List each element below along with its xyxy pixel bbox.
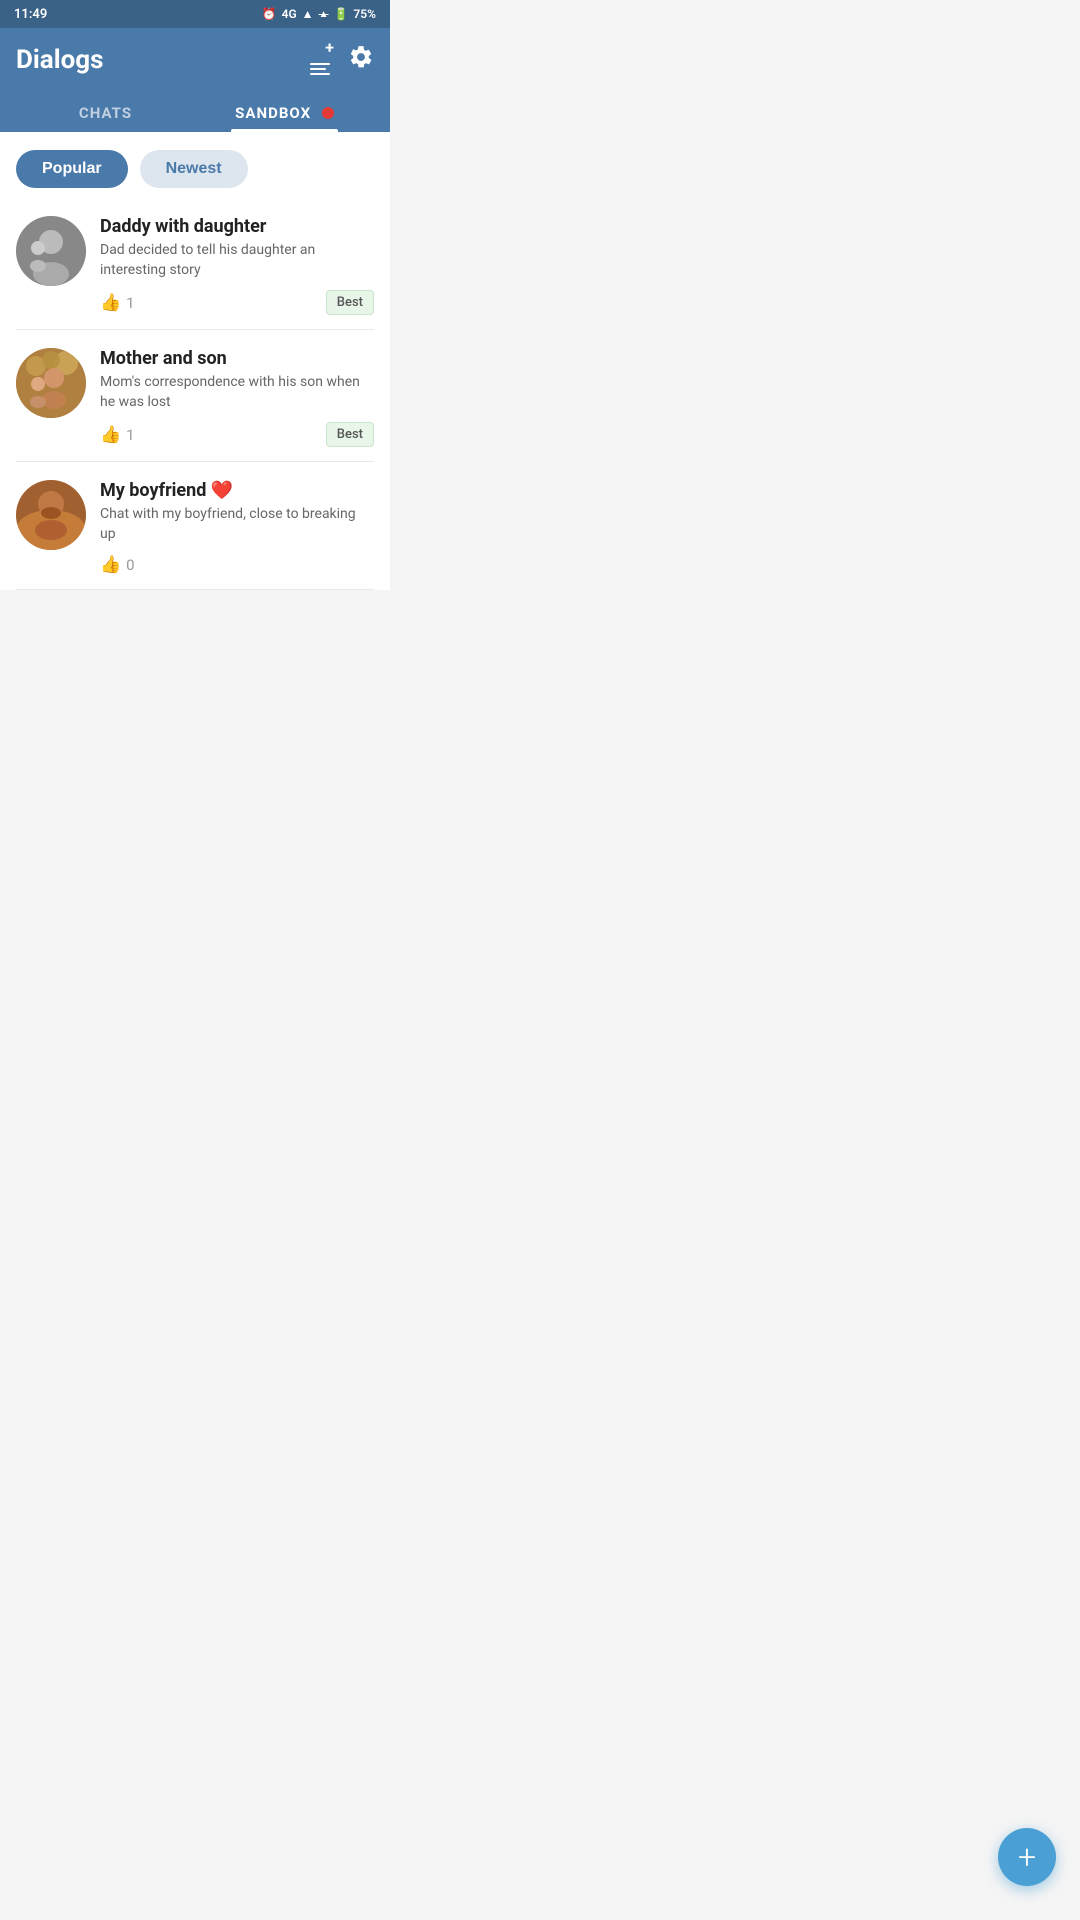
status-time: 11:49 <box>14 7 47 22</box>
chat-content-mother-son: Mother and son Mom's correspondence with… <box>100 348 374 447</box>
like-row-boyfriend: 👍 0 <box>100 555 135 575</box>
best-badge-daddy-daughter: Best <box>326 290 374 315</box>
header-icons: + <box>310 44 374 76</box>
best-badge-mother-son: Best <box>326 422 374 447</box>
fab-plus-icon: + <box>1018 1841 1036 1873</box>
chat-footer-daddy-daughter: 👍 1 Best <box>100 290 374 315</box>
chat-item-daddy-daughter[interactable]: Daddy with daughter Dad decided to tell … <box>16 198 374 330</box>
header-top: Dialogs + <box>16 44 374 76</box>
filter-newest-button[interactable]: Newest <box>140 150 248 188</box>
gear-icon <box>348 44 374 70</box>
fab-add-button[interactable]: + <box>998 1828 1056 1886</box>
like-count-mother-son: 1 <box>126 426 134 444</box>
chat-name-boyfriend: My boyfriend ❤️ <box>100 480 374 501</box>
chat-desc-mother-son: Mom's correspondence with his son when h… <box>100 373 374 412</box>
network-label: 4G <box>282 7 297 21</box>
chat-item-mother-son[interactable]: Mother and son Mom's correspondence with… <box>16 330 374 462</box>
thumbs-up-icon-2: 👍 <box>100 425 121 445</box>
like-row-daddy-daughter: 👍 1 <box>100 293 135 313</box>
alarm-icon: ⏰ <box>262 7 277 21</box>
heart-emoji: ❤️ <box>211 480 233 501</box>
new-chat-icon <box>310 63 330 75</box>
avatar-boyfriend <box>16 480 86 550</box>
chat-content-boyfriend: My boyfriend ❤️ Chat with my boyfriend, … <box>100 480 374 574</box>
chat-desc-boyfriend: Chat with my boyfriend, close to breakin… <box>100 505 374 544</box>
like-row-mother-son: 👍 1 <box>100 425 135 445</box>
tab-sandbox[interactable]: SANDBOX <box>195 94 374 132</box>
chat-content-daddy-daughter: Daddy with daughter Dad decided to tell … <box>100 216 374 315</box>
filter-row: Popular Newest <box>0 132 390 198</box>
page-title: Dialogs <box>16 45 103 75</box>
battery-label: 75% <box>353 7 376 21</box>
chat-item-boyfriend[interactable]: My boyfriend ❤️ Chat with my boyfriend, … <box>16 462 374 589</box>
sandbox-badge <box>322 107 334 119</box>
settings-button[interactable] <box>348 44 374 76</box>
status-right: ⏰ 4G ▲ ▲ 🔋 75% <box>262 7 376 21</box>
thumbs-up-icon: 👍 <box>100 293 121 313</box>
filter-popular-button[interactable]: Popular <box>16 150 128 188</box>
tab-bar: CHATS SANDBOX <box>16 94 374 132</box>
chat-desc-daddy-daughter: Dad decided to tell his daughter an inte… <box>100 241 374 280</box>
thumbs-up-icon-3: 👍 <box>100 555 121 575</box>
chat-list: Daddy with daughter Dad decided to tell … <box>0 198 390 590</box>
avatar-daddy-daughter <box>16 216 86 286</box>
chat-name-daddy-daughter: Daddy with daughter <box>100 216 374 237</box>
like-count-boyfriend: 0 <box>126 556 134 574</box>
status-bar: 11:49 ⏰ 4G ▲ ▲ 🔋 75% <box>0 0 390 28</box>
header: Dialogs + CHATS SANDBOX <box>0 28 390 132</box>
signal-x-icon: ▲ <box>319 9 329 20</box>
battery-icon: 🔋 <box>333 7 348 21</box>
chat-footer-mother-son: 👍 1 Best <box>100 422 374 447</box>
chat-name-mother-son: Mother and son <box>100 348 374 369</box>
tab-chats[interactable]: CHATS <box>16 94 195 132</box>
chat-footer-boyfriend: 👍 0 <box>100 555 374 575</box>
signal-icon: ▲ <box>302 7 314 21</box>
plus-overlay-icon: + <box>325 40 334 56</box>
like-count-daddy-daughter: 1 <box>126 294 134 312</box>
new-chat-button[interactable]: + <box>310 46 330 75</box>
avatar-mother-son <box>16 348 86 418</box>
